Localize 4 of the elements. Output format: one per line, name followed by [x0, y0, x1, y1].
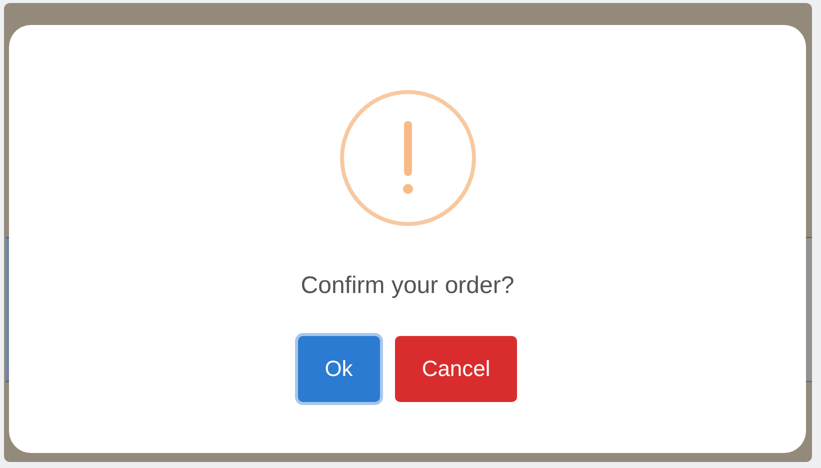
ok-button[interactable]: Ok: [298, 336, 380, 402]
cancel-button[interactable]: Cancel: [394, 336, 518, 402]
dialog-message: Confirm your order?: [300, 272, 514, 300]
warning-icon: [338, 88, 478, 228]
